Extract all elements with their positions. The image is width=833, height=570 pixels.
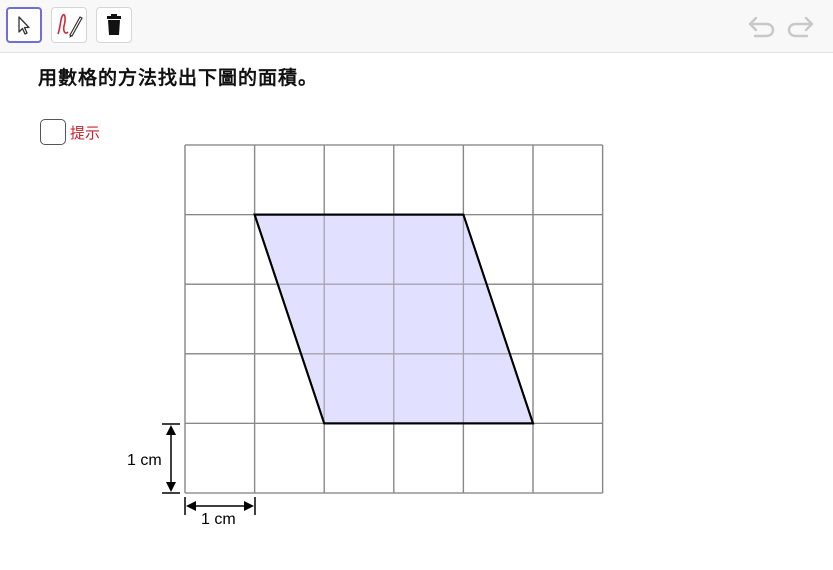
horizontal-dimension-label: 1 cm <box>201 511 236 528</box>
grid-overlay <box>184 144 604 494</box>
vertical-dimension-marker <box>162 423 180 494</box>
parallelogram-figure: 1 cm 1 cm <box>127 144 604 528</box>
vertical-dimension-label: 1 cm <box>127 452 162 469</box>
